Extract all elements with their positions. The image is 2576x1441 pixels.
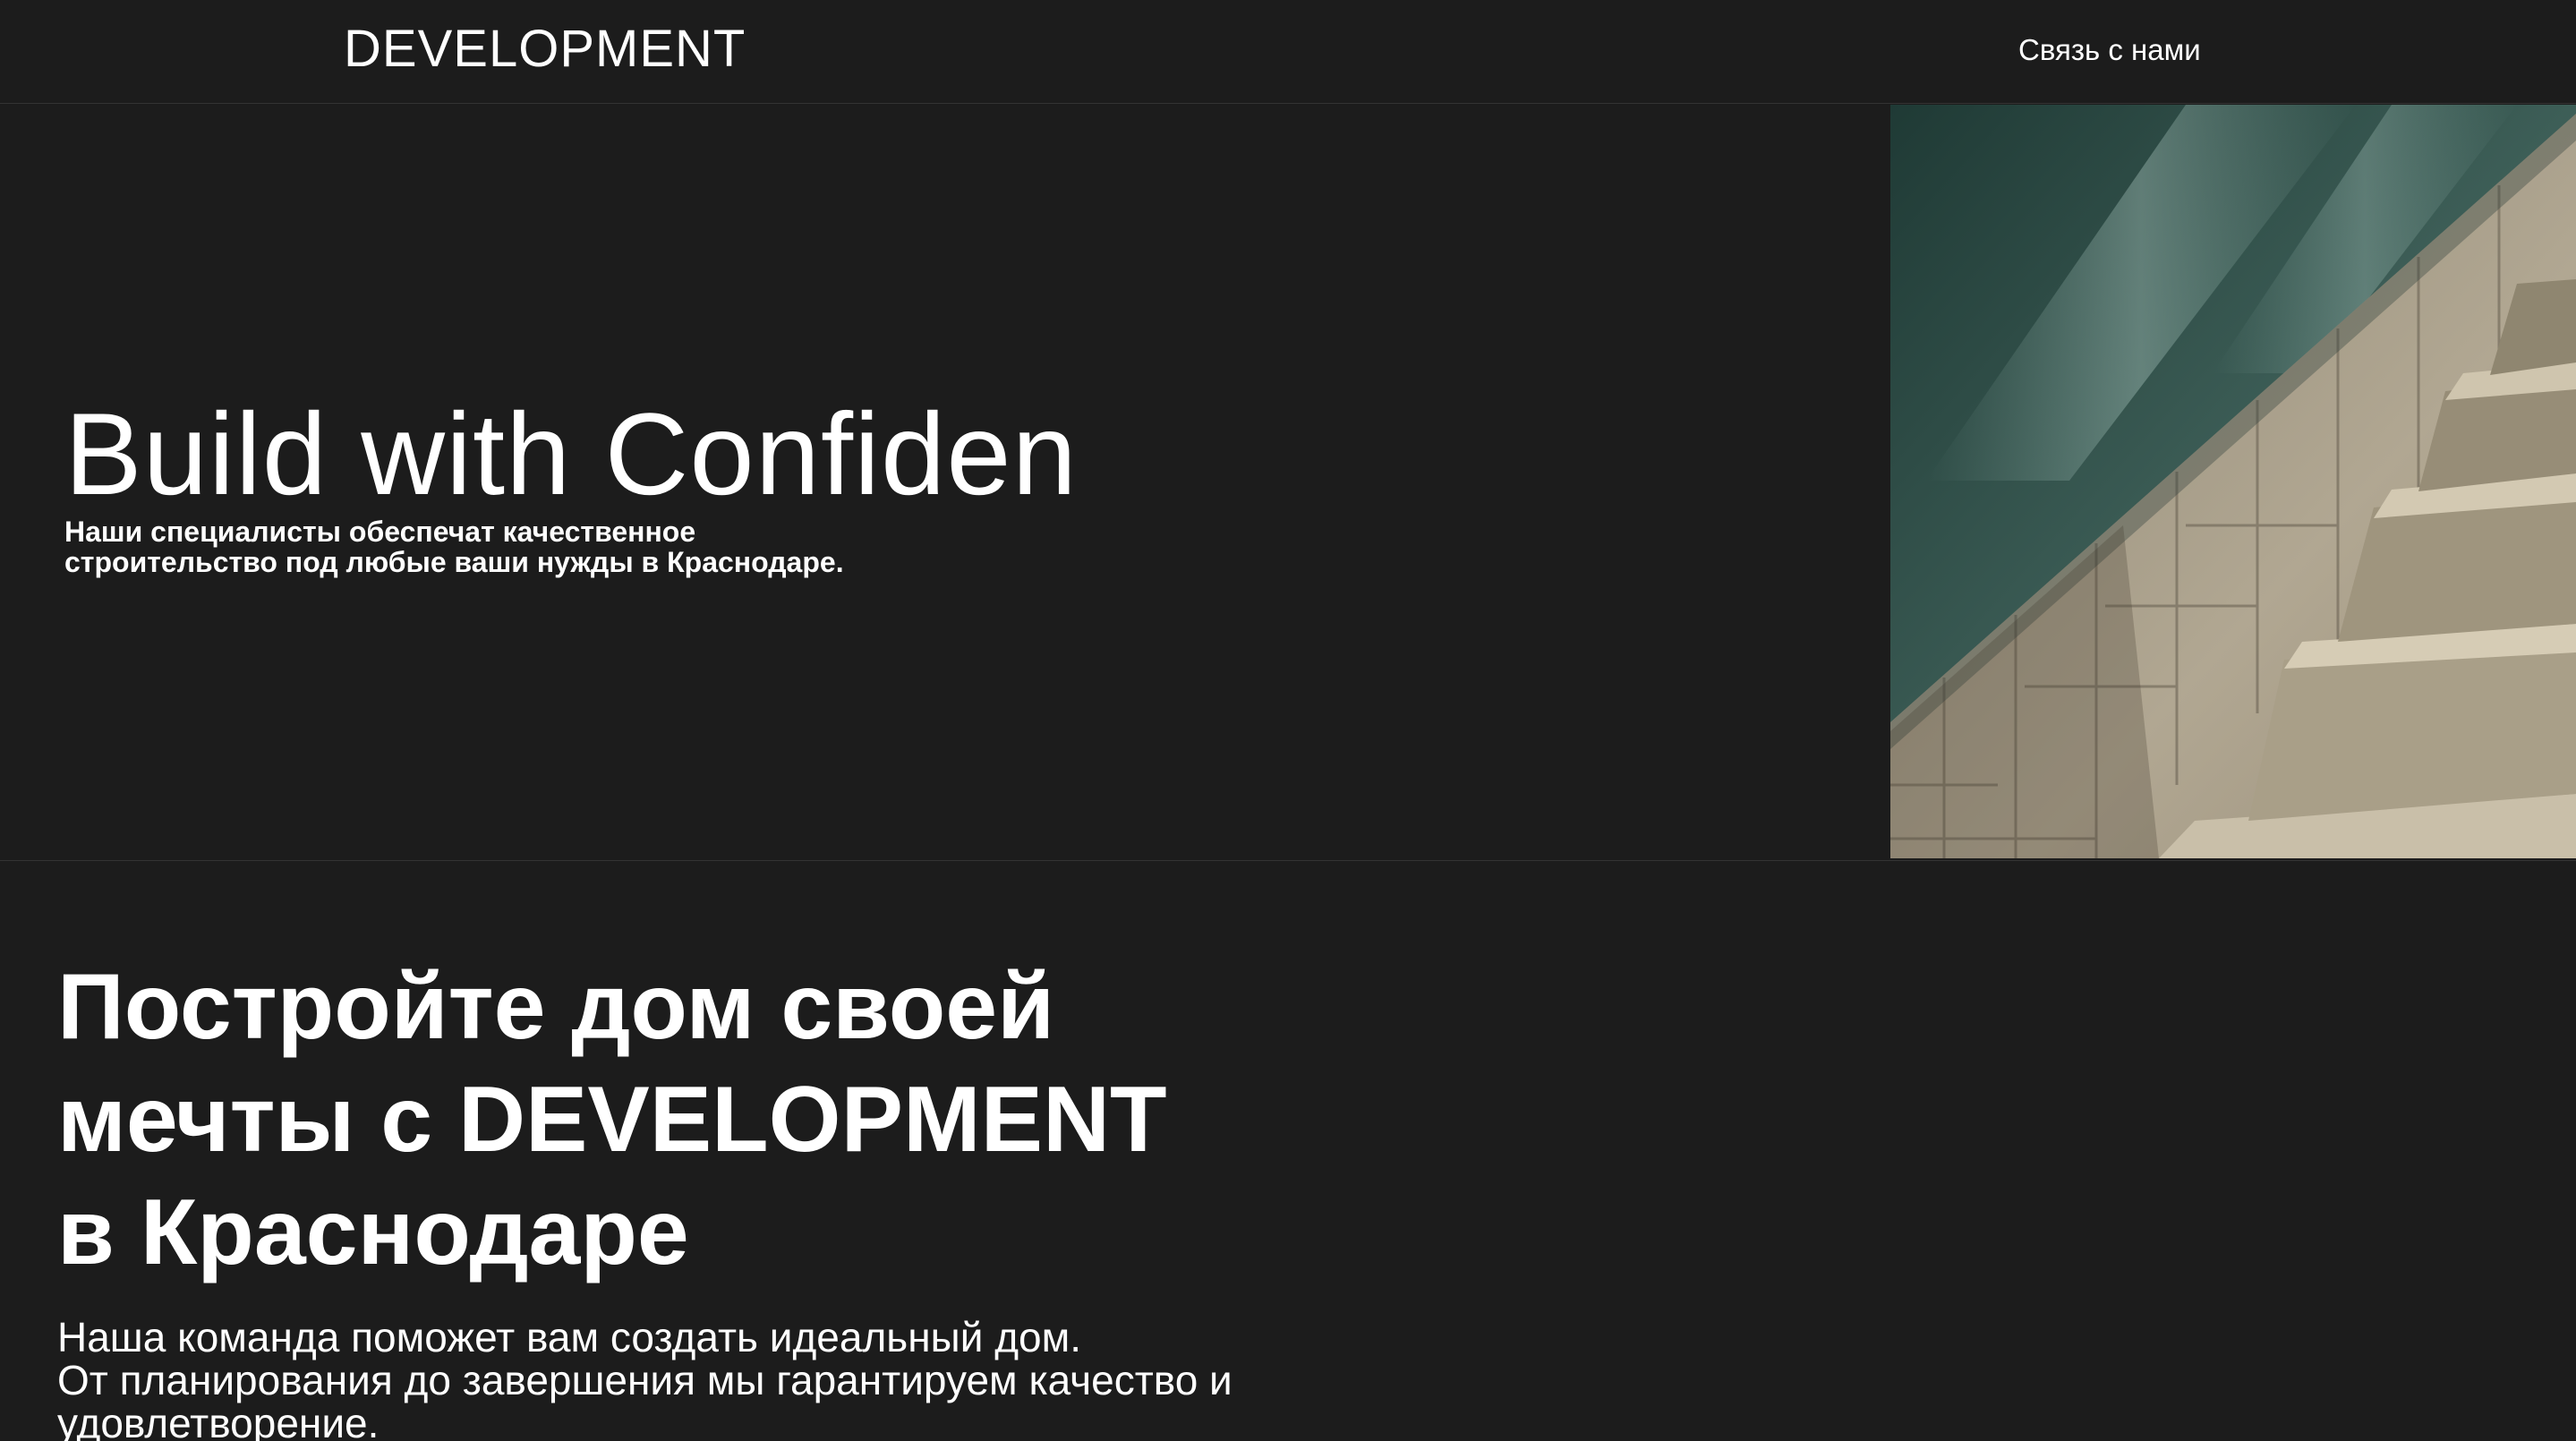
- stairs-photo: [1890, 105, 2576, 858]
- feature-description: Наша команда поможет вам создать идеальн…: [57, 1316, 1489, 1441]
- contact-us-link[interactable]: Связь с нами: [2018, 32, 2201, 68]
- feature-text-line: Наша команда поможет вам создать идеальн…: [57, 1314, 1082, 1360]
- site-logo[interactable]: DEVELOPMENT: [344, 20, 746, 79]
- feature-section: Постройте дом своей мечты с DEVELOPMENT …: [57, 951, 1489, 1441]
- hero-title: Build with Confiden: [64, 391, 1078, 516]
- feature-title-line: Постройте дом своей: [57, 955, 1055, 1059]
- hero-subtitle-line: строительство под любые ваши нужды в Кра…: [64, 546, 844, 578]
- site-header: DEVELOPMENT Связь с нами: [0, 0, 2576, 104]
- feature-title-line: в Краснодаре: [57, 1181, 689, 1284]
- hero-section: Build with Confiden Наши специалисты обе…: [0, 105, 2576, 861]
- hero-text: Build with Confiden Наши специалисты обе…: [64, 391, 1112, 577]
- feature-text-line: От планирования до завершения мы гаранти…: [57, 1357, 1233, 1403]
- hero-subtitle-line: Наши специалисты обеспечат качественное: [64, 516, 696, 548]
- feature-text-line: удовлетворение.: [57, 1400, 380, 1441]
- page: DEVELOPMENT Связь с нами Build with Conf…: [0, 0, 2576, 1441]
- hero-title-container: Build with Confiden: [64, 391, 1112, 516]
- feature-title-line: мечты с DEVELOPMENT: [57, 1068, 1167, 1172]
- hero-subtitle: Наши специалисты обеспечат качественное …: [64, 516, 942, 577]
- feature-title: Постройте дом своей мечты с DEVELOPMENT …: [57, 951, 1489, 1289]
